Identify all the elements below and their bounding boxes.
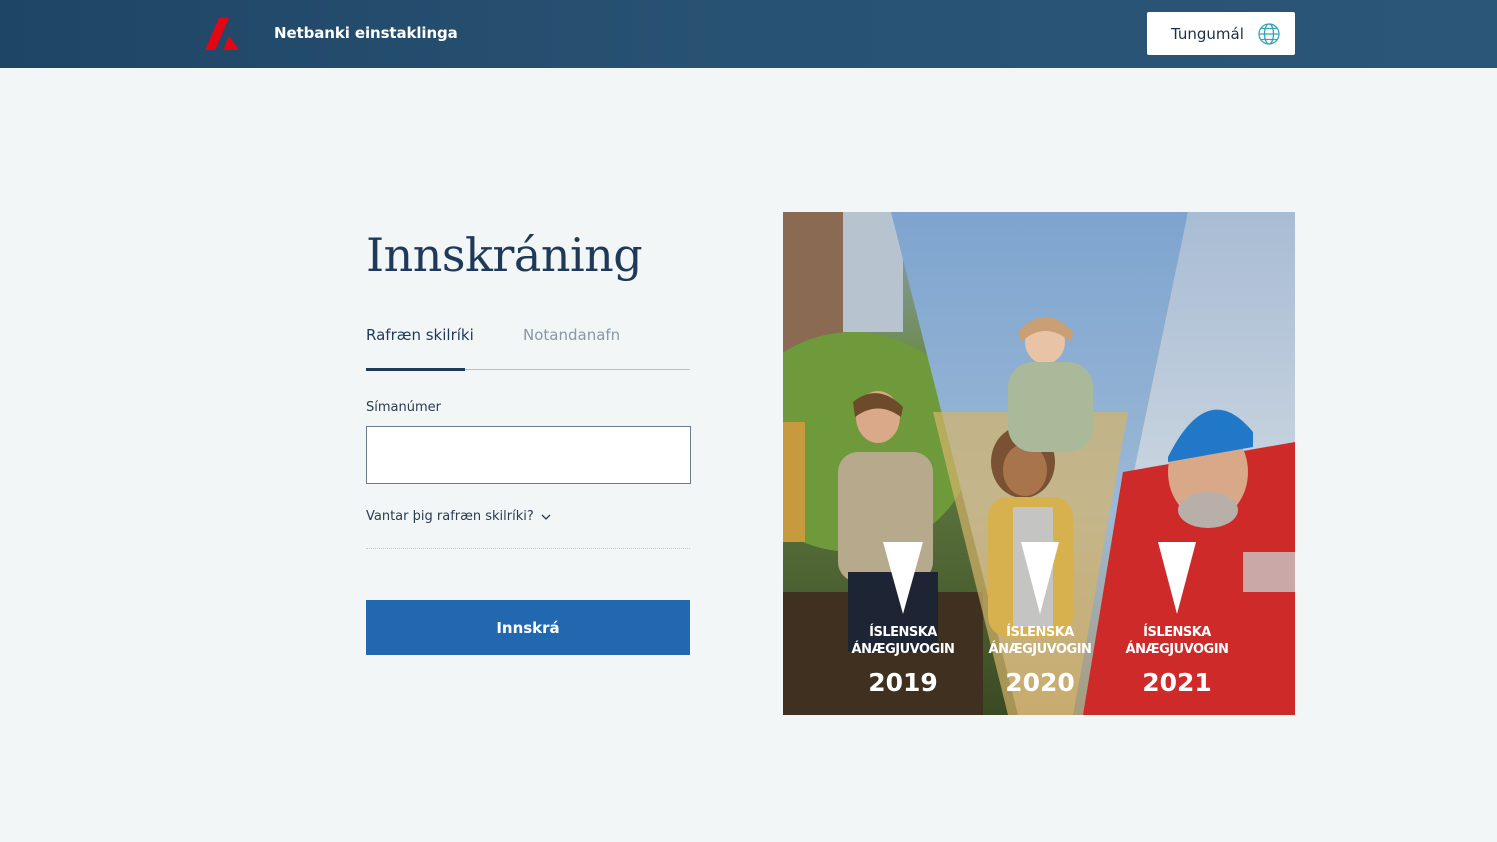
award-year: 2021	[1142, 668, 1212, 697]
phone-label: Símanúmer	[366, 400, 441, 415]
award-line2: ÁNÆGJUVOGIN	[851, 642, 955, 657]
language-button[interactable]: Tungumál	[1147, 12, 1295, 55]
top-bar: Netbanki einstaklinga Tungumál	[0, 0, 1497, 68]
award-badge-2020: ÍSLENSKA ÁNÆGJUVOGIN 2020	[980, 624, 1100, 697]
award-line1: ÍSLENSKA	[869, 625, 937, 640]
award-badge-2021: ÍSLENSKA ÁNÆGJUVOGIN 2021	[1117, 624, 1237, 697]
promo-image: ÍSLENSKA ÁNÆGJUVOGIN 2019 ÍSLENSKA ÁNÆGJ…	[783, 212, 1295, 715]
electronic-id-help-toggle[interactable]: Vantar þig rafræn skilríki?	[366, 508, 690, 549]
award-year: 2019	[868, 668, 938, 697]
chevron-down-icon	[541, 514, 551, 520]
award-line2: ÁNÆGJUVOGIN	[1125, 642, 1229, 657]
app-title: Netbanki einstaklinga	[274, 24, 458, 42]
award-line1: ÍSLENSKA	[1006, 625, 1074, 640]
award-badge-2019: ÍSLENSKA ÁNÆGJUVOGIN 2019	[843, 624, 963, 697]
login-method-tabs: Rafræn skilríki Notandanafn	[366, 318, 690, 371]
tab-username[interactable]: Notandanafn	[523, 326, 620, 344]
language-label: Tungumál	[1171, 25, 1244, 43]
award-line1: ÍSLENSKA	[1143, 625, 1211, 640]
award-year: 2020	[1005, 668, 1075, 697]
help-toggle-label: Vantar þig rafræn skilríki?	[366, 509, 534, 524]
tab-electronic-id[interactable]: Rafræn skilríki	[366, 326, 474, 344]
award-line2: ÁNÆGJUVOGIN	[988, 642, 1092, 657]
phone-input[interactable]	[366, 426, 691, 484]
active-tab-indicator	[366, 368, 465, 371]
bank-logo-icon[interactable]	[205, 18, 239, 50]
globe-icon	[1258, 23, 1280, 45]
page-title: Innskráning	[366, 228, 643, 282]
login-button[interactable]: Innskrá	[366, 600, 690, 655]
